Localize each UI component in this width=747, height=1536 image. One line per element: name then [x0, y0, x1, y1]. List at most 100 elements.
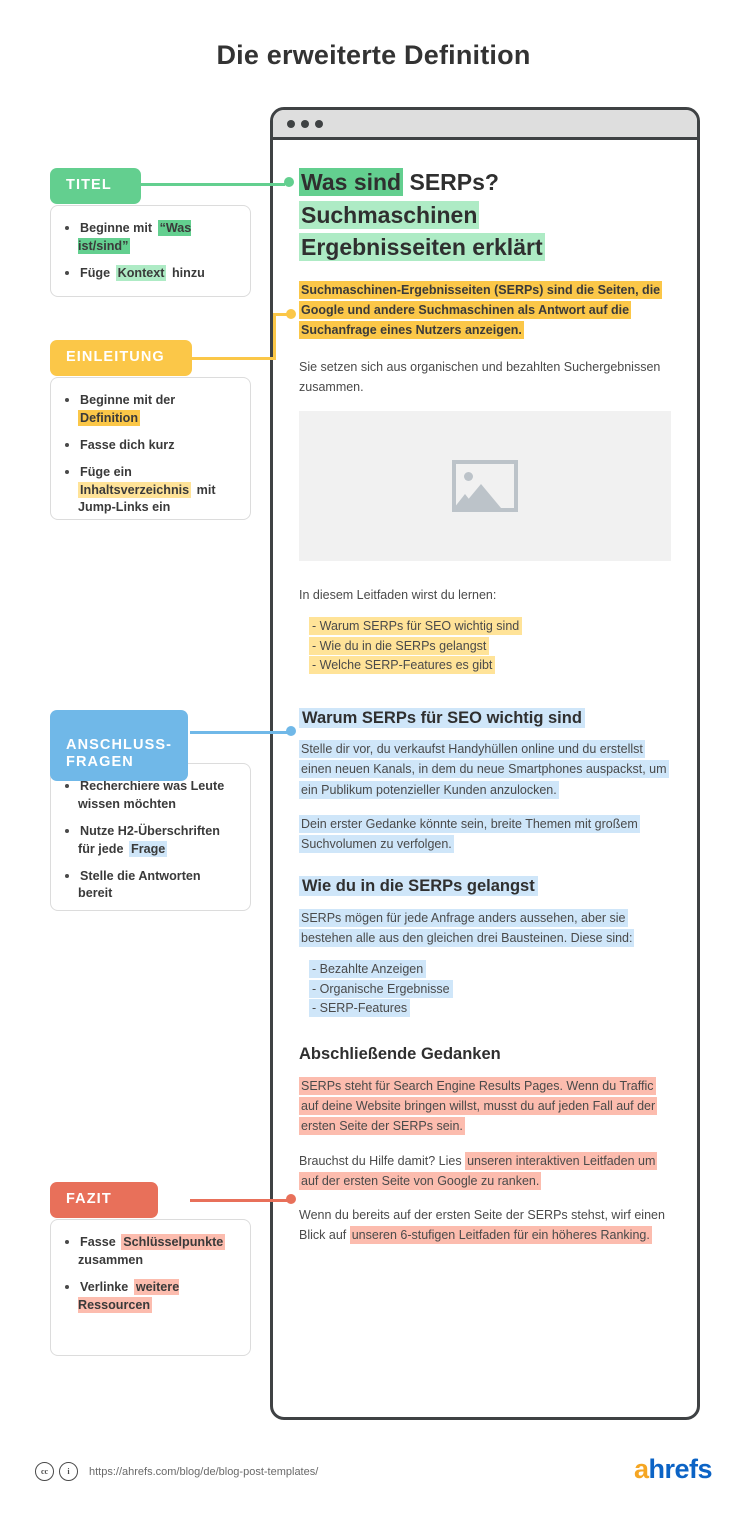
- paragraph-text: Dein erster Gedanke könnte sein, breite …: [299, 814, 640, 854]
- browser-window: Was sind SERPs? Suchmaschinen Ergebnisse…: [270, 107, 700, 1420]
- annotation-tag-einleitung: EINLEITUNG: [50, 340, 192, 376]
- by-label: i: [67, 1467, 70, 1476]
- list-item: - Bezahlte Anzeigen: [309, 960, 671, 979]
- li-pre: Stelle die Antworten bereit: [78, 868, 201, 901]
- list-item: Füge Kontext hinzu: [63, 264, 238, 283]
- paragraph-text-highlight: unseren 6-stufigen Leitfaden für ein höh…: [349, 1226, 652, 1245]
- li-highlight: Definition: [78, 409, 141, 426]
- article-paragraph-abschluss-3: Wenn du bereits auf der ersten Seite der…: [299, 1205, 671, 1246]
- footer: cc i https://ahrefs.com/blog/de/blog-pos…: [35, 1454, 712, 1484]
- li-highlight: Kontext: [115, 264, 167, 281]
- wie-item-text: - Bezahlte Anzeigen: [309, 960, 427, 979]
- li-post: [130, 238, 134, 254]
- learn-lead-text: In diesem Leitfaden wirst du lernen:: [299, 588, 497, 603]
- wie-item-text: - SERP-Features: [309, 998, 411, 1017]
- article-body: Was sind SERPs? Suchmaschinen Ergebnisse…: [273, 140, 697, 1280]
- annotation-card-titel: Beginne mit “Was ist/sind” Füge Kontext …: [50, 205, 251, 297]
- connector-dot-einleitung: [286, 309, 296, 319]
- annotation-tag-label: ANSCHLUSS- FRAGEN: [66, 736, 173, 771]
- connector-titel: [130, 183, 285, 186]
- article-paragraph-after-intro: Sie setzen sich aus organischen und beza…: [299, 357, 671, 398]
- connector-dot-titel: [284, 177, 294, 187]
- list-item: - Warum SERPs für SEO wichtig sind: [309, 617, 671, 636]
- list-item: Beginne mit “Was ist/sind”: [63, 220, 238, 256]
- li-highlight: Inhaltsverzeichnis: [78, 481, 192, 498]
- window-minimize-icon[interactable]: [301, 119, 309, 128]
- li-pre: Verlinke: [80, 1279, 132, 1294]
- paragraph-text: Sie setzen sich aus organischen und beza…: [299, 359, 661, 394]
- annotation-card-fazit: Fasse Schlüsselpunkte zusammen Verlinke …: [50, 1219, 251, 1356]
- article-h2-abschluss: Abschließende Gedanken: [299, 1044, 671, 1065]
- annotation-tag-label: FAZIT: [66, 1191, 112, 1207]
- logo-a: a: [633, 1454, 649, 1484]
- annotation-tag-anschlussfragen: ANSCHLUSS- FRAGEN: [50, 710, 188, 782]
- ahrefs-logo: ahrefs: [633, 1454, 713, 1485]
- li-pre: Füge ein: [80, 464, 132, 479]
- list-item: Füge ein Inhaltsverzeichnis mit Jump-Lin…: [63, 464, 238, 518]
- creative-commons-icon: cc: [35, 1462, 54, 1481]
- list-item: Recherchiere was Leute wissen möchten: [63, 778, 238, 814]
- wie-item-text: - Organische Ergebnisse: [309, 979, 453, 998]
- article-h2-warum: Warum SERPs für SEO wichtig sind: [299, 707, 671, 729]
- article-paragraph-warum-1: Stelle dir vor, du verkaufst Handyhüllen…: [299, 739, 671, 800]
- li-post: [140, 410, 144, 426]
- article-intro-text: Suchmaschinen-Ergebnisseiten (SERPs) sin…: [299, 280, 663, 340]
- li-pre: Fasse: [80, 1235, 120, 1249]
- list-item: Verlinke weitere Ressourcen: [63, 1278, 238, 1315]
- list-item: Fasse dich kurz: [63, 437, 238, 455]
- list-item: - Wie du in die SERPs gelangst: [309, 636, 671, 656]
- h1-line2-highlight: Suchmaschinen: [299, 200, 480, 229]
- article-paragraph-warum-2: Dein erster Gedanke könnte sein, breite …: [299, 814, 671, 855]
- article-paragraph-wie: SERPs mögen für jede Anfrage anders auss…: [299, 908, 671, 949]
- article-paragraph-abschluss-2: Brauchst du Hilfe damit? Lies unseren in…: [299, 1151, 671, 1192]
- annotation-tag-label: EINLEITUNG: [66, 349, 165, 365]
- connector-fazit: [190, 1199, 288, 1202]
- article-intro: Suchmaschinen-Ergebnisseiten (SERPs) sin…: [299, 280, 671, 341]
- paragraph-text-pre: Brauchst du Hilfe damit? Lies: [299, 1153, 466, 1168]
- connector-dot-fazit: [286, 1194, 296, 1204]
- connector-einleitung-v: [273, 313, 276, 360]
- h1-line1-rest: SERPs?: [403, 169, 499, 195]
- browser-title-bar: [273, 110, 697, 140]
- article-learn-lead: In diesem Leitfaden wirst du lernen:: [299, 585, 671, 605]
- h2-text: Warum SERPs für SEO wichtig sind: [299, 707, 585, 728]
- footer-url[interactable]: https://ahrefs.com/blog/de/blog-post-tem…: [89, 1466, 318, 1478]
- window-close-icon[interactable]: [287, 119, 295, 128]
- image-icon-mountain-small: [454, 494, 476, 509]
- li-pre: Recherchiere was Leute wissen möchten: [78, 779, 225, 811]
- li-pre: Beginne mit der: [80, 393, 176, 407]
- li-pre: Beginne mit: [80, 221, 156, 235]
- learn-item-text: - Warum SERPs für SEO wichtig sind: [309, 617, 523, 636]
- attribution-icon: i: [59, 1462, 78, 1481]
- learn-item-text: - Wie du in die SERPs gelangst: [309, 636, 490, 655]
- h2-text: Wie du in die SERPs gelangst: [299, 876, 538, 897]
- connector-dot-anschluss: [286, 726, 296, 736]
- h1-line3-highlight: Ergebnisseiten erklärt: [299, 233, 545, 262]
- article-h2-wie: Wie du in die SERPs gelangst: [299, 876, 671, 897]
- li-post: hinzu: [168, 265, 205, 280]
- annotation-tag-fazit: FAZIT: [50, 1182, 158, 1218]
- annotation-tag-titel: TITEL: [50, 168, 141, 204]
- window-maximize-icon[interactable]: [315, 119, 323, 128]
- annotation-tag-label: TITEL: [66, 177, 112, 193]
- page-title: Die erweiterte Definition: [216, 40, 531, 70]
- li-highlight: Schlüsselpunkte: [121, 1234, 226, 1250]
- list-item: - SERP-Features: [309, 998, 671, 1018]
- list-item: Stelle die Antworten bereit: [63, 868, 238, 904]
- list-item: Nutze H2-Überschriften für jede Frage: [63, 823, 238, 859]
- li-pre: Fasse dich kurz: [80, 437, 175, 452]
- article-paragraph-abschluss-1: SERPs steht für Search Engine Results Pa…: [299, 1076, 671, 1137]
- logo-hrefs: hrefs: [648, 1454, 712, 1484]
- annotation-card-einleitung: Beginne mit der Definition Fasse dich ku…: [50, 377, 251, 520]
- h2-text: Abschließende Gedanken: [299, 1045, 501, 1064]
- annotation-card-anschlussfragen: Recherchiere was Leute wissen möchten Nu…: [50, 763, 251, 911]
- image-icon-sun: [464, 472, 473, 482]
- list-item: Fasse Schlüsselpunkte zusammen: [63, 1234, 238, 1270]
- article-image-placeholder: [299, 411, 671, 562]
- list-item: - Organische Ergebnisse: [309, 979, 671, 999]
- image-icon: [452, 460, 518, 513]
- article-wie-list: - Bezahlte Anzeigen - Organische Ergebni…: [299, 960, 671, 1018]
- learn-item-text: - Welche SERP-Features es gibt: [309, 656, 496, 675]
- li-pre: Füge: [80, 265, 114, 280]
